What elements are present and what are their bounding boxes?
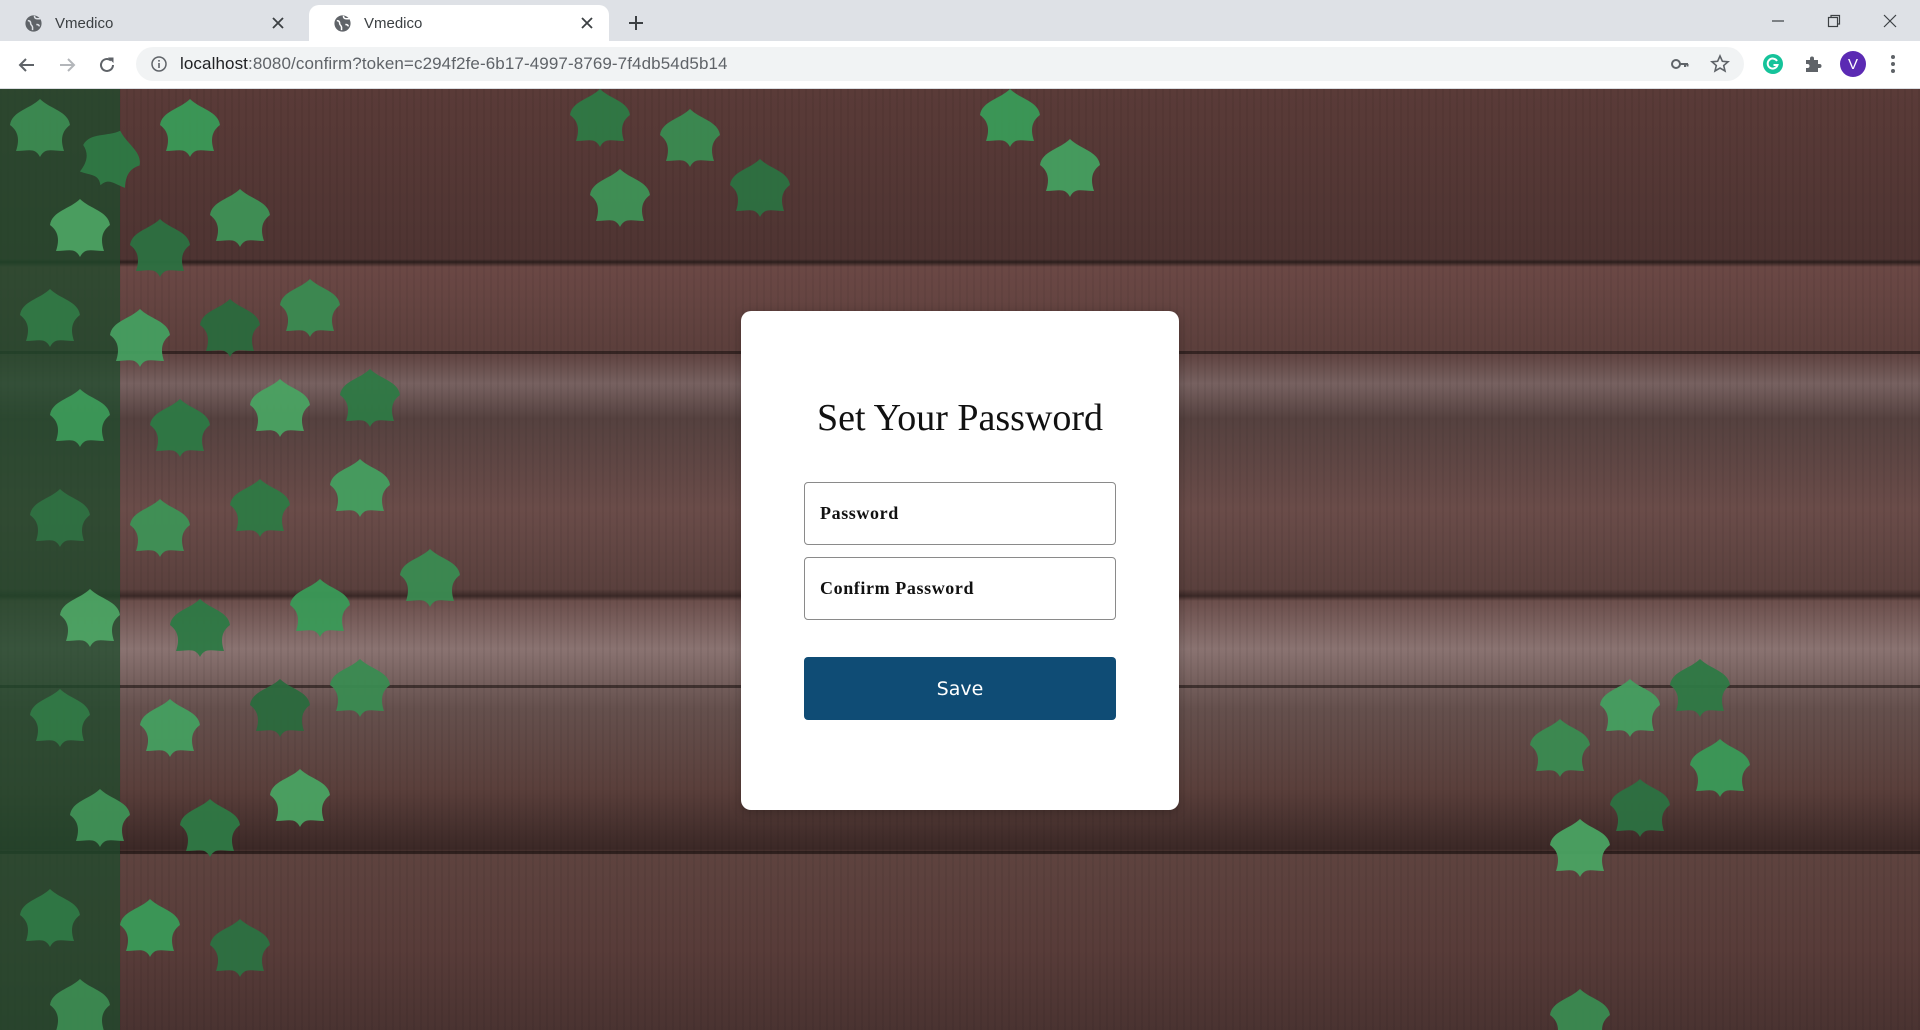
browser-toolbar: localhost:8080/confirm?token=c294f2fe-6b…	[0, 41, 1920, 89]
grammarly-icon[interactable]	[1759, 50, 1787, 78]
forward-arrow-icon[interactable]	[52, 50, 82, 80]
address-bar[interactable]: localhost:8080/confirm?token=c294f2fe-6b…	[136, 47, 1744, 81]
window-close-icon[interactable]	[1862, 0, 1918, 41]
password-input[interactable]	[818, 502, 1115, 525]
page-viewport: Set Your Password Save	[0, 89, 1920, 1030]
restore-icon[interactable]	[1806, 0, 1862, 41]
url-host: localhost	[180, 54, 248, 73]
star-icon[interactable]	[1706, 50, 1734, 78]
close-icon[interactable]	[268, 13, 288, 33]
page-title: Set Your Password	[816, 397, 1104, 439]
key-icon[interactable]	[1666, 50, 1694, 78]
profile-avatar[interactable]: V	[1839, 50, 1867, 78]
password-field[interactable]	[804, 482, 1116, 545]
globe-icon	[24, 14, 43, 33]
confirm-password-field[interactable]	[804, 557, 1116, 620]
globe-icon	[333, 14, 352, 33]
back-arrow-icon[interactable]	[12, 50, 42, 80]
url-path: :8080/confirm?token=c294f2fe-6b17-4997-8…	[248, 54, 728, 73]
tab-vmedico-2[interactable]: Vmedico	[309, 5, 609, 41]
set-password-card: Set Your Password Save	[741, 311, 1179, 810]
url-text[interactable]: localhost:8080/confirm?token=c294f2fe-6b…	[180, 54, 728, 74]
puzzle-icon[interactable]	[1799, 50, 1827, 78]
plus-icon[interactable]	[622, 9, 650, 37]
avatar: V	[1840, 51, 1866, 77]
save-button[interactable]: Save	[804, 657, 1116, 720]
more-vert-icon[interactable]	[1879, 50, 1907, 78]
tab-title: Vmedico	[55, 14, 114, 32]
reload-icon[interactable]	[92, 50, 122, 80]
tab-title: Vmedico	[364, 14, 423, 32]
tab-vmedico-1[interactable]: Vmedico	[0, 5, 300, 41]
tab-strip: Vmedico Vmedico	[0, 0, 1920, 41]
confirm-password-input[interactable]	[818, 577, 1115, 600]
info-icon[interactable]	[148, 53, 170, 75]
close-icon[interactable]	[577, 13, 597, 33]
minimize-icon[interactable]	[1750, 0, 1806, 41]
